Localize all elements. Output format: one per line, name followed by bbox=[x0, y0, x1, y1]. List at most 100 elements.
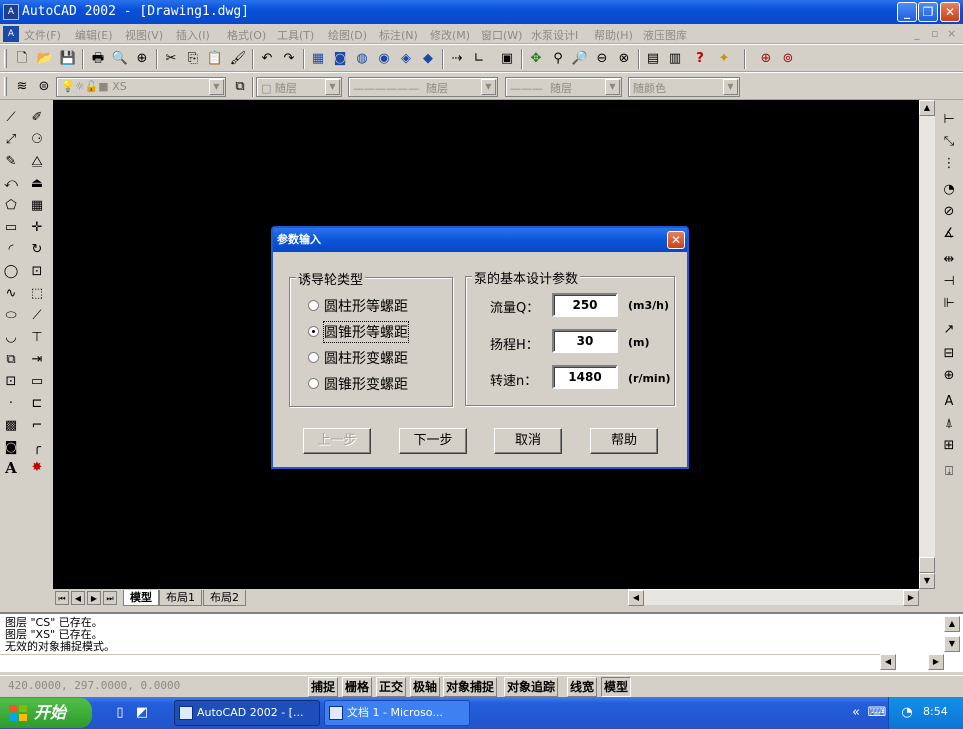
osnap-toggle[interactable]: 对象捕捉 bbox=[443, 677, 498, 697]
properties-palette-icon[interactable]: ▤ bbox=[643, 49, 663, 69]
model-toggle[interactable]: 模型 bbox=[601, 677, 632, 697]
menu-draw[interactable]: 绘图(D) bbox=[328, 27, 367, 43]
help-button[interactable]: 帮助 bbox=[590, 428, 658, 454]
copy-object-icon[interactable]: ⚆ bbox=[27, 130, 47, 150]
offset-icon[interactable]: ⏏ bbox=[27, 174, 47, 194]
chevron-down-icon[interactable]: ▼ bbox=[723, 79, 738, 95]
help-icon[interactable]: ? bbox=[690, 49, 710, 69]
ellipse-icon[interactable]: ⬭ bbox=[1, 306, 21, 326]
mdi-restore-button[interactable]: ▫ bbox=[931, 27, 938, 40]
cancel-button[interactable]: 取消 bbox=[494, 428, 562, 454]
make-current-layer-icon[interactable]: ⧉ bbox=[230, 77, 250, 97]
new-file-icon[interactable]: 🗋 bbox=[12, 49, 32, 69]
scroll-up-icon[interactable]: ▲ bbox=[919, 100, 935, 116]
scroll-right-icon[interactable]: ▶ bbox=[903, 590, 919, 606]
show-hidden-icons-icon[interactable]: « bbox=[846, 703, 866, 723]
scroll-up-icon[interactable]: ▲ bbox=[944, 616, 960, 632]
scroll-left-icon[interactable]: ◀ bbox=[628, 590, 644, 606]
chevron-down-icon[interactable]: ▼ bbox=[481, 79, 496, 95]
first-tab-icon[interactable]: ⏮ bbox=[55, 591, 69, 605]
dialog-title-bar[interactable]: 参数输入 ✕ bbox=[273, 228, 687, 252]
plugin-icon[interactable]: ✦ bbox=[714, 49, 734, 69]
zoom-realtime-icon[interactable]: ⚲ bbox=[548, 49, 568, 69]
erase-icon[interactable]: ✐ bbox=[27, 108, 47, 128]
dialog-close-button[interactable]: ✕ bbox=[667, 231, 685, 249]
scroll-thumb[interactable] bbox=[919, 557, 935, 573]
lineweight-toggle[interactable]: 线宽 bbox=[567, 677, 598, 697]
head-input[interactable]: 30 bbox=[552, 329, 618, 353]
last-tab-icon[interactable]: ⏭ bbox=[103, 591, 117, 605]
close-button[interactable]: ✕ bbox=[940, 2, 960, 22]
snap-toggle[interactable]: 捕捉 bbox=[308, 677, 339, 697]
color-dropdown[interactable]: □ 随层 ▼ bbox=[256, 77, 342, 97]
spline-icon[interactable]: ∿ bbox=[1, 284, 21, 304]
dimension-text-edit-icon[interactable]: ⍋ bbox=[939, 414, 959, 434]
explode-icon[interactable]: ✸ bbox=[27, 458, 47, 478]
menu-window[interactable]: 窗口(W) bbox=[481, 27, 522, 43]
volume-icon[interactable]: ◔ bbox=[897, 703, 917, 723]
angular-dimension-icon[interactable]: ∡ bbox=[939, 224, 959, 244]
design-center-icon[interactable]: ◆ bbox=[418, 49, 438, 69]
hyperlink-icon[interactable]: ▦ bbox=[308, 49, 328, 69]
speed-input[interactable]: 1480 bbox=[552, 365, 618, 389]
chamfer-icon[interactable]: ⌐ bbox=[27, 416, 47, 436]
grid-toggle[interactable]: 栅格 bbox=[342, 677, 373, 697]
radio-button[interactable] bbox=[308, 378, 319, 389]
chevron-down-icon[interactable]: ▼ bbox=[209, 79, 224, 95]
stretch-icon[interactable]: ⬚ bbox=[27, 284, 47, 304]
redo-icon[interactable]: ↷ bbox=[279, 49, 299, 69]
publish-icon[interactable]: ⊕ bbox=[132, 49, 152, 69]
flow-input[interactable]: 250 bbox=[552, 293, 618, 317]
menu-edit[interactable]: 编辑(E) bbox=[75, 27, 113, 43]
scale-icon[interactable]: ⊡ bbox=[27, 262, 47, 282]
menu-insert[interactable]: 插入(I) bbox=[176, 27, 210, 43]
break-at-point-icon[interactable]: ⊏ bbox=[27, 394, 47, 414]
zoom-previous-icon[interactable]: ⊖ bbox=[592, 49, 612, 69]
plotstyle-dropdown[interactable]: 随颜色 ▼ bbox=[628, 77, 740, 97]
tool-palette-icon[interactable]: ▥ bbox=[665, 49, 685, 69]
fillet-icon[interactable]: ╭ bbox=[27, 438, 47, 458]
vertical-scrollbar[interactable]: ▲ ▼ bbox=[919, 100, 935, 589]
region-icon[interactable]: ◙ bbox=[1, 438, 21, 458]
insert-block-icon[interactable]: ⧉ bbox=[1, 350, 21, 370]
toolbar-grip[interactable] bbox=[4, 77, 7, 96]
task-word[interactable]: 文档 1 - Microso... bbox=[324, 700, 470, 726]
tolerance-icon[interactable]: ⊟ bbox=[939, 344, 959, 364]
hatch-icon[interactable]: ▩ bbox=[1, 416, 21, 436]
next-tab-icon[interactable]: ▶ bbox=[87, 591, 101, 605]
menu-help[interactable]: 帮助(H) bbox=[594, 27, 633, 43]
trim-icon[interactable]: ⊤ bbox=[27, 328, 47, 348]
polygon-icon[interactable]: ⤺ bbox=[1, 174, 21, 194]
mirror-icon[interactable]: ⧋ bbox=[27, 152, 47, 172]
ellipse-arc-icon[interactable]: ◡ bbox=[1, 328, 21, 348]
paste-icon[interactable]: 📋 bbox=[205, 49, 225, 69]
quick-leader-icon[interactable]: ↗ bbox=[939, 320, 959, 340]
print-preview-icon[interactable]: 🔍 bbox=[110, 49, 130, 69]
dimension-style-icon[interactable]: ⍗ bbox=[939, 462, 959, 482]
rotate-icon[interactable]: ↻ bbox=[27, 240, 47, 260]
rectangle-icon[interactable]: ▭ bbox=[1, 218, 21, 238]
lineweight-dropdown[interactable]: ——— 随层 ▼ bbox=[505, 77, 622, 97]
dimension-update-icon[interactable]: ⊞ bbox=[939, 436, 959, 456]
distance-icon[interactable]: ⇢ bbox=[447, 49, 467, 69]
print-icon[interactable]: 🖶 bbox=[88, 49, 108, 69]
command-input[interactable] bbox=[0, 654, 880, 670]
polar-toggle[interactable]: 极轴 bbox=[410, 677, 441, 697]
diameter-dimension-icon[interactable]: ⊘ bbox=[939, 202, 959, 222]
task-autocad[interactable]: AutoCAD 2002 - [... bbox=[174, 700, 320, 726]
custom-tool-a-icon[interactable]: ⊕ bbox=[756, 49, 776, 69]
array-icon[interactable]: ▦ bbox=[27, 196, 47, 216]
line-icon[interactable]: ⟋ bbox=[1, 108, 21, 128]
autocad-app-icon[interactable]: A bbox=[3, 4, 19, 20]
pentagon-icon[interactable]: ⬠ bbox=[1, 196, 21, 216]
linetype-dropdown[interactable]: —————— 随层 ▼ bbox=[348, 77, 498, 97]
keyboard-icon[interactable]: ⌨ bbox=[867, 703, 887, 723]
baseline-dimension-icon[interactable]: ⊣ bbox=[939, 272, 959, 292]
ordinate-dimension-icon[interactable]: ⋮ bbox=[939, 154, 959, 174]
layer-manager-icon[interactable]: ≋ bbox=[12, 77, 32, 97]
circle-icon[interactable]: ◯ bbox=[1, 262, 21, 282]
cut-icon[interactable]: ✂ bbox=[161, 49, 181, 69]
copy-icon[interactable]: ⎘ bbox=[183, 49, 203, 69]
object-snap-icon[interactable]: ◙ bbox=[330, 49, 350, 69]
zoom-window-icon[interactable]: 🔎 bbox=[570, 49, 590, 69]
